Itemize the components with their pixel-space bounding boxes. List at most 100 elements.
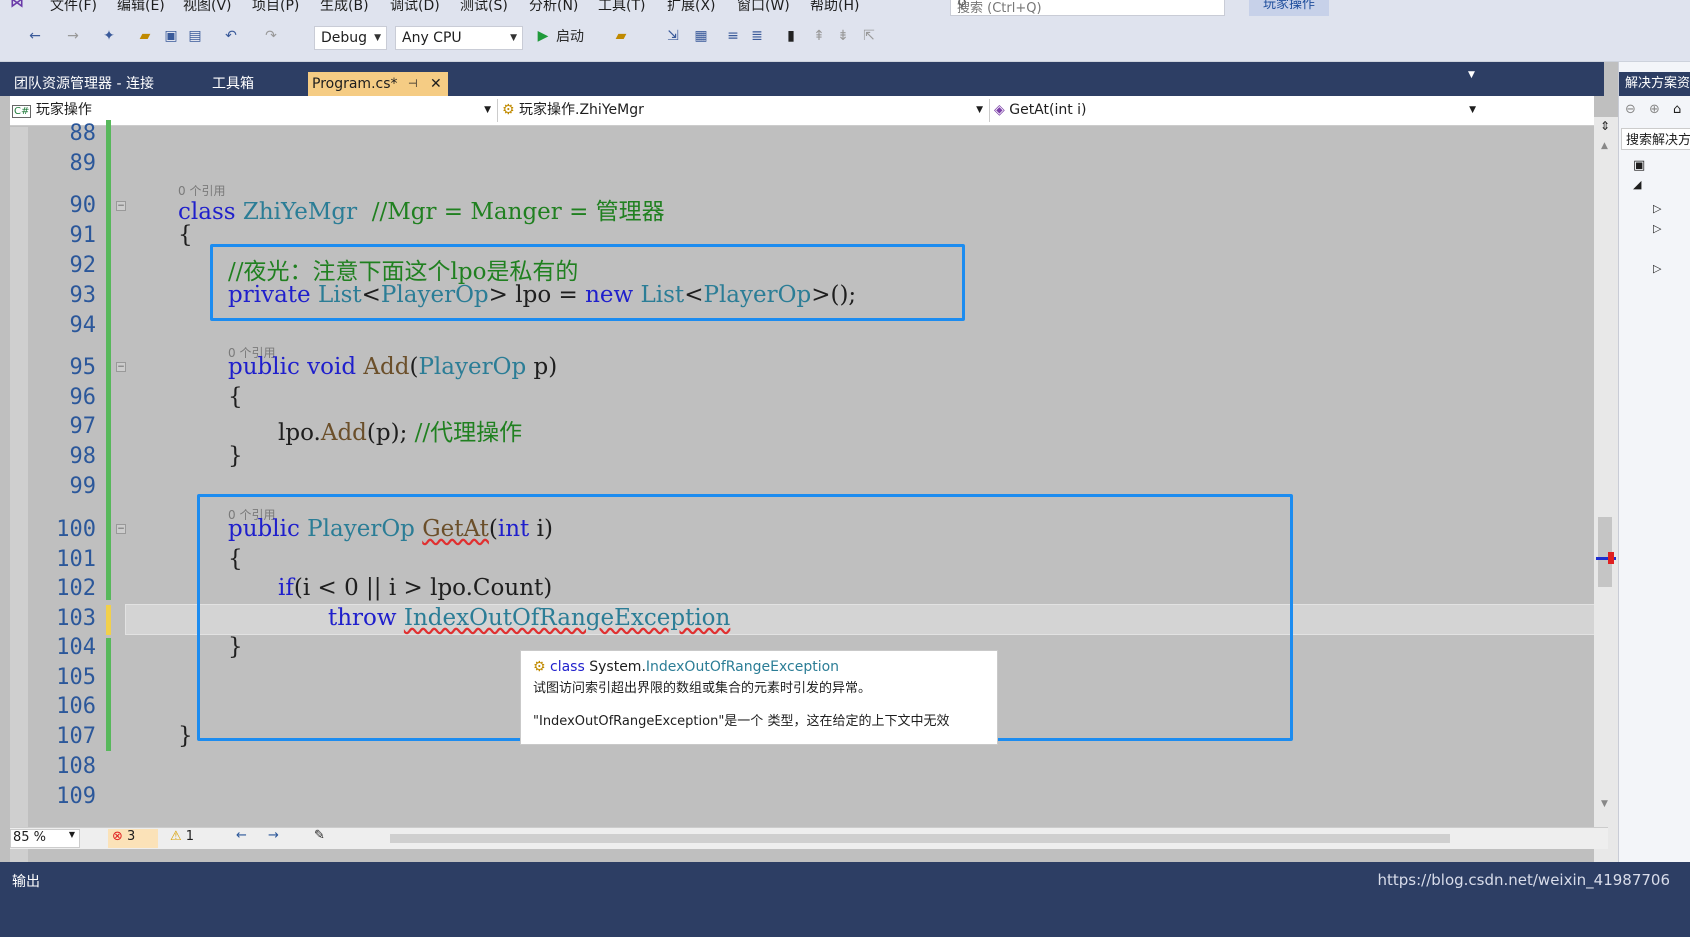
tab-toolbox[interactable]: 工具箱 bbox=[208, 72, 302, 96]
menu-analyze[interactable]: 分析(N) bbox=[529, 0, 578, 15]
chevron-right-icon[interactable]: ▷ bbox=[1653, 262, 1661, 275]
class-icon: ⚙ bbox=[533, 659, 546, 675]
next-issue-icon[interactable]: → bbox=[268, 828, 279, 843]
forward-icon[interactable]: → bbox=[64, 27, 82, 45]
expand-icon[interactable]: ◢ bbox=[1633, 178, 1641, 191]
menu-edit[interactable]: 编辑(E) bbox=[117, 0, 165, 15]
collapse-toggle[interactable]: − bbox=[116, 524, 126, 534]
search-box[interactable]: 搜索 (Ctrl+Q) ⚲ bbox=[950, 0, 1225, 16]
step-icon[interactable]: ⇲ bbox=[664, 27, 682, 45]
output-title: 输出 bbox=[12, 874, 40, 890]
tab-bar: 团队资源管理器 - 连接 工具箱 Program.cs* ⊣ ✕ ▼ bbox=[0, 62, 1604, 96]
config-select[interactable]: Debug ▼ bbox=[314, 26, 387, 50]
line-number: 98 bbox=[69, 444, 97, 469]
line-number: 105 bbox=[56, 665, 96, 690]
chevron-right-icon[interactable]: ▷ bbox=[1653, 202, 1661, 215]
error-marker bbox=[1608, 552, 1614, 564]
tab-team-explorer[interactable]: 团队资源管理器 - 连接 bbox=[10, 72, 202, 96]
menu-project[interactable]: 项目(P) bbox=[252, 0, 299, 15]
chevron-down-icon: ▼ bbox=[484, 105, 491, 115]
brush-icon[interactable]: ✎ bbox=[314, 828, 325, 843]
line-number: 103 bbox=[56, 606, 96, 631]
menu-debug[interactable]: 调试(D) bbox=[390, 0, 440, 15]
menu-file[interactable]: 文件(F) bbox=[50, 0, 97, 15]
indent-icon[interactable]: ≣ bbox=[748, 27, 766, 45]
platform-select[interactable]: Any CPU ▼ bbox=[395, 26, 523, 50]
menu-tools[interactable]: 工具(T) bbox=[598, 0, 645, 15]
tab-program-cs[interactable]: Program.cs* ⊣ ✕ bbox=[308, 72, 448, 96]
play-icon[interactable]: ▶ bbox=[534, 27, 552, 45]
tooltip-kind: class bbox=[550, 659, 585, 675]
chevron-down-icon: ▼ bbox=[510, 33, 517, 43]
tab-dropdown-icon[interactable]: ▼ bbox=[1468, 70, 1475, 80]
tab-label: Program.cs* bbox=[312, 76, 398, 92]
open-icon[interactable]: ▰ bbox=[136, 27, 154, 45]
error-count[interactable]: ⊗ 3 bbox=[108, 829, 158, 848]
code-line: } bbox=[228, 443, 243, 469]
code-line: lpo.Add(p); //代理操作 bbox=[278, 420, 523, 446]
tooltip-error: "IndexOutOfRangeException"是一个 类型，这在给定的上下… bbox=[533, 714, 950, 729]
chevron-down-icon: ▼ bbox=[1469, 105, 1476, 115]
scroll-up-icon[interactable]: ▲ bbox=[1601, 141, 1608, 151]
project-name: 玩家操作 bbox=[35, 102, 92, 118]
home-icon[interactable]: ⌂ bbox=[1673, 102, 1681, 117]
horizontal-scrollbar[interactable] bbox=[390, 834, 1450, 843]
back-icon[interactable]: ← bbox=[26, 27, 44, 45]
menu-bar: ⋈ 文件(F) 编辑(E) 视图(V) 项目(P) 生成(B) 调试(D) 测试… bbox=[0, 0, 1690, 16]
collapse-toggle[interactable]: − bbox=[116, 362, 126, 372]
redo-icon[interactable]: ↷ bbox=[262, 27, 280, 45]
solution-search[interactable]: 搜索解决方案 bbox=[1621, 128, 1690, 150]
save-icon[interactable]: ▣ bbox=[162, 27, 180, 45]
prev-issue-icon[interactable]: ← bbox=[236, 828, 247, 843]
start-button[interactable]: 启动 bbox=[556, 26, 584, 48]
change-indicator bbox=[106, 120, 111, 600]
forward-icon[interactable]: ⊕ bbox=[1649, 102, 1660, 117]
outdent-icon[interactable]: ≡ bbox=[724, 27, 742, 45]
browser-icon[interactable]: ▰ bbox=[612, 27, 630, 45]
menu-help[interactable]: 帮助(H) bbox=[810, 0, 859, 15]
new-project-icon[interactable]: ✦ bbox=[100, 27, 118, 45]
tooltip-signature: ⚙ class System.IndexOutOfRangeException bbox=[533, 659, 985, 675]
vertical-scrollbar[interactable]: ⇕ ▲ ▼ bbox=[1594, 117, 1618, 863]
window-icon[interactable]: ▦ bbox=[692, 27, 710, 45]
scroll-down-icon[interactable]: ▼ bbox=[1601, 799, 1608, 809]
project-dropdown[interactable]: C# 玩家操作 ▼ bbox=[12, 99, 498, 122]
split-icon[interactable]: ⇕ bbox=[1600, 119, 1610, 133]
code-line: { bbox=[228, 384, 243, 410]
bookmark-icon[interactable]: ▮ bbox=[782, 27, 800, 45]
line-number: 97 bbox=[69, 414, 97, 439]
pin-icon[interactable]: ⊣ bbox=[408, 72, 418, 96]
zoom-select[interactable]: 85 % ▼ bbox=[10, 829, 80, 848]
menu-extensions[interactable]: 扩展(X) bbox=[667, 0, 716, 15]
close-icon[interactable]: ✕ bbox=[430, 72, 442, 96]
line-number: 96 bbox=[69, 385, 97, 410]
back-icon[interactable]: ⊖ bbox=[1625, 102, 1636, 117]
tooltip-namespace: System. bbox=[589, 659, 646, 675]
search-icon: ⚲ bbox=[957, 0, 967, 12]
undo-icon[interactable]: ↶ bbox=[222, 27, 240, 45]
vs-logo-icon[interactable]: ⋈ bbox=[10, 0, 24, 11]
chevron-right-icon[interactable]: ▷ bbox=[1653, 222, 1661, 235]
next-bookmark-icon[interactable]: ⇟ bbox=[834, 27, 852, 45]
class-dropdown[interactable]: ⚙ 玩家操作.ZhiYeMgr ▼ bbox=[502, 99, 990, 122]
prev-bookmark-icon[interactable]: ⇞ bbox=[810, 27, 828, 45]
line-number: 90 bbox=[69, 193, 97, 218]
csharp-icon: C# bbox=[12, 105, 32, 118]
solution-node-icon[interactable]: ▣ bbox=[1633, 158, 1645, 173]
line-number: 93 bbox=[69, 283, 97, 308]
warning-count[interactable]: ⚠ 1 bbox=[170, 829, 220, 848]
zoom-value: 85 % bbox=[13, 830, 47, 845]
save-all-icon[interactable]: ▤ bbox=[186, 27, 204, 45]
line-number: 91 bbox=[69, 223, 97, 248]
menu-view[interactable]: 视图(V) bbox=[183, 0, 232, 15]
menu-window[interactable]: 窗口(W) bbox=[737, 0, 790, 15]
menu-test[interactable]: 测试(S) bbox=[460, 0, 508, 15]
line-number: 100 bbox=[56, 517, 96, 542]
clear-bookmark-icon[interactable]: ⇱ bbox=[860, 27, 878, 45]
menu-build[interactable]: 生成(B) bbox=[320, 0, 369, 15]
platform-value: Any CPU bbox=[402, 30, 462, 46]
line-number: 107 bbox=[56, 724, 96, 749]
member-dropdown[interactable]: ◈ GetAt(int i) ▼ bbox=[994, 99, 1482, 122]
line-number: 106 bbox=[56, 694, 96, 719]
collapse-toggle[interactable]: − bbox=[116, 201, 126, 211]
